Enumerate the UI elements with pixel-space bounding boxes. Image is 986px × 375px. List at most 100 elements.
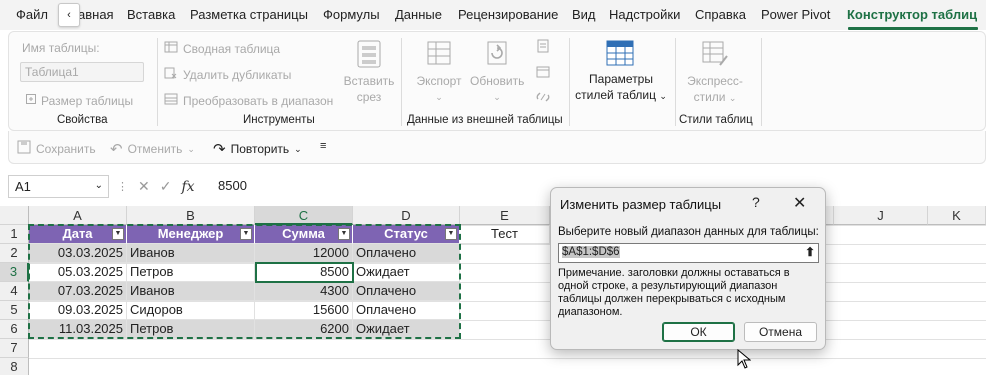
- cancel-button[interactable]: Отмена: [744, 322, 817, 342]
- row-header[interactable]: 8: [0, 358, 29, 375]
- resize-table-button[interactable]: Размер таблицы: [25, 93, 133, 108]
- group-separator: [675, 38, 676, 126]
- select-all-corner[interactable]: [0, 206, 29, 225]
- tab-scroll-left-button[interactable]: ‹: [58, 3, 80, 27]
- row-header[interactable]: 1: [0, 225, 29, 244]
- tab-page-layout[interactable]: Разметка страницы: [190, 7, 308, 22]
- pivot-table-icon: [164, 41, 178, 56]
- tab-review[interactable]: Рецензирование: [458, 7, 558, 22]
- tab-formulas[interactable]: Формулы: [323, 7, 380, 22]
- ribbon-tab-bar: Файл авная ‹ Вставка Разметка страницы Ф…: [0, 0, 986, 30]
- group-separator: [157, 38, 158, 126]
- undo-icon: ↶: [110, 141, 123, 158]
- row-header[interactable]: 5: [0, 301, 29, 320]
- table-name-input[interactable]: Таблица1: [20, 62, 144, 82]
- mouse-cursor-icon: [737, 348, 752, 372]
- dialog-prompt: Выберите новый диапазон данных для табли…: [558, 226, 819, 238]
- refresh-icon: [481, 38, 513, 70]
- ribbon-panel: Имя таблицы: Таблица1 Размер таблицы Сво…: [8, 31, 986, 131]
- column-header[interactable]: E: [460, 206, 550, 225]
- row-header[interactable]: 7: [0, 339, 29, 358]
- resize-table-dialog: Изменить размер таблицы ? ✕ Выберите нов…: [550, 187, 826, 350]
- group-label-tools: Инструменты: [243, 114, 315, 126]
- cancel-formula-icon[interactable]: ✕: [138, 178, 150, 195]
- chevron-left-icon: ‹: [67, 9, 71, 21]
- column-header[interactable]: D: [353, 206, 460, 225]
- chevron-down-icon: ⌄: [187, 143, 195, 154]
- group-separator: [569, 38, 570, 126]
- chevron-down-icon: ⌄: [435, 92, 443, 102]
- formula-input[interactable]: 8500: [208, 175, 548, 198]
- save-icon: [17, 140, 31, 157]
- resize-table-icon: [25, 93, 37, 108]
- tab-help[interactable]: Справка: [695, 7, 746, 22]
- column-header[interactable]: A: [29, 206, 127, 225]
- selection-marquee: [28, 224, 461, 339]
- chevron-down-icon: ⌄: [728, 93, 737, 103]
- refresh-button[interactable]: Обновить ⌄: [470, 73, 524, 105]
- convert-to-range-button[interactable]: Преобразовать в диапазон: [164, 93, 333, 108]
- chevron-down-icon: ⌄: [94, 180, 103, 191]
- column-header[interactable]: B: [127, 206, 255, 225]
- name-box[interactable]: A1 ⌄: [8, 175, 109, 198]
- tab-table-design[interactable]: Конструктор таблиц: [847, 7, 977, 22]
- save-button[interactable]: Сохранить: [17, 140, 96, 157]
- tab-data[interactable]: Данные: [395, 7, 442, 22]
- remove-duplicates-button[interactable]: Удалить дубликаты: [164, 67, 291, 82]
- tab-home[interactable]: авная: [78, 7, 114, 22]
- tab-power-pivot[interactable]: Power Pivot: [761, 7, 830, 22]
- pivot-table-button[interactable]: Сводная таблица: [164, 41, 280, 56]
- tab-file[interactable]: Файл: [16, 7, 48, 22]
- row-header[interactable]: 6: [0, 320, 29, 339]
- close-icon[interactable]: ✕: [793, 193, 806, 213]
- remove-duplicates-icon: [164, 67, 178, 82]
- row-header[interactable]: 2: [0, 244, 29, 263]
- insert-function-icon[interactable]: fx: [181, 179, 194, 195]
- worksheet-grid[interactable]: A B C D E F G H J K 1 2 3 4 5 6 7 8 Дата…: [0, 206, 986, 375]
- group-label-table-styles: Стили таблиц: [679, 114, 753, 126]
- redo-icon: ↷: [213, 141, 226, 158]
- chevron-down-icon: ⌄: [294, 143, 302, 154]
- customize-icon: ≡: [320, 140, 327, 152]
- tab-addins[interactable]: Надстройки: [609, 7, 680, 22]
- chevron-down-icon: ⌄: [493, 92, 501, 102]
- quick-styles-button[interactable]: Экспресс- стили ⌄: [685, 73, 745, 106]
- column-header[interactable]: C: [255, 206, 353, 225]
- group-label-external-data: Данные из внешней таблицы: [407, 114, 563, 126]
- properties-icon[interactable]: [534, 38, 552, 54]
- dialog-note: Примечание. заголовки должны оставаться …: [558, 267, 790, 318]
- ok-button[interactable]: ОК: [662, 322, 735, 342]
- quick-styles-icon: [699, 38, 731, 70]
- table-name-label: Имя таблицы:: [22, 41, 100, 55]
- cell-e1[interactable]: Тест: [460, 225, 550, 244]
- dialog-title: Изменить размер таблицы: [560, 197, 722, 212]
- group-separator: [401, 38, 402, 126]
- chevron-down-icon: ⌄: [659, 91, 667, 101]
- insert-slicer-button[interactable]: Вставить срез: [343, 73, 395, 105]
- confirm-formula-icon[interactable]: ✓: [160, 178, 172, 195]
- range-input[interactable]: $A$1:$D$6 ⬆: [558, 243, 819, 263]
- unlink-icon[interactable]: [534, 89, 552, 105]
- open-in-browser-icon[interactable]: [534, 64, 552, 80]
- column-header[interactable]: K: [928, 206, 986, 225]
- group-label-properties: Свойства: [57, 114, 108, 126]
- customize-toolbar-button[interactable]: ≡: [320, 140, 326, 152]
- column-header[interactable]: J: [834, 206, 928, 225]
- export-icon: [423, 38, 455, 70]
- convert-to-range-icon: [164, 93, 178, 108]
- export-button[interactable]: Экспорт ⌄: [413, 73, 465, 105]
- table-style-options-button[interactable]: Параметры стилей таблиц ⌄: [574, 71, 668, 104]
- tab-insert[interactable]: Вставка: [127, 7, 175, 22]
- undo-button[interactable]: ↶ Отменить ⌄: [110, 140, 195, 158]
- row-header[interactable]: 4: [0, 282, 29, 301]
- collapse-dialog-icon[interactable]: ⬆: [805, 245, 815, 259]
- formula-actions: ⋮ ✕ ✓ fx: [113, 175, 208, 198]
- slicer-icon: [354, 38, 384, 70]
- help-icon[interactable]: ?: [752, 194, 760, 210]
- row-header[interactable]: 3: [0, 263, 29, 282]
- table-style-options-icon: [605, 38, 635, 68]
- more-icon: ⋮: [117, 181, 128, 193]
- active-tab-indicator: [848, 27, 978, 30]
- tab-view[interactable]: Вид: [572, 7, 596, 22]
- redo-button[interactable]: ↷ Повторить ⌄: [213, 140, 302, 158]
